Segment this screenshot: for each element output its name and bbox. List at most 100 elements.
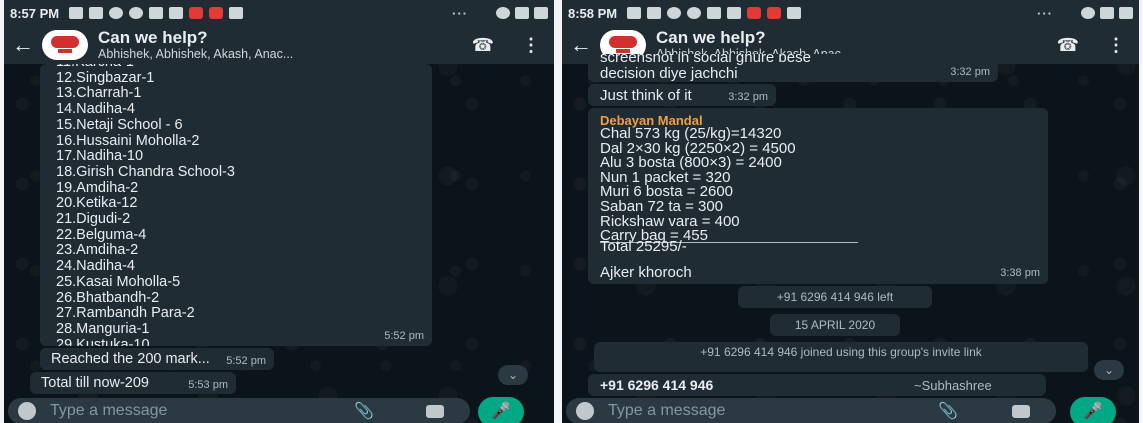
scroll-down-icon[interactable]: ⌄ <box>498 365 528 385</box>
left-screenshot: 8:57 PM ··· ← Can we help? Abhishek, Abh… <box>4 0 554 423</box>
message-text: Reached the 200 mark... <box>51 351 210 367</box>
chrome-icon <box>129 7 144 19</box>
message-time: 3:38 pm <box>1000 267 1040 279</box>
right-screenshot: 8:58 PM ··· ← Can we help? Abhishek, Abh… <box>562 0 1139 423</box>
more-options-icon[interactable]: ⋮ <box>522 35 540 56</box>
message-text: Ajker khoroch <box>600 264 692 281</box>
add-call-icon[interactable]: ☎ <box>472 35 494 56</box>
sender-name: ~Subhashree <box>914 378 992 393</box>
message-time: 3:32 pm <box>728 91 768 103</box>
list-line: 18.Girish Chandra School-3 <box>56 163 235 180</box>
mic-button[interactable]: 🎤 <box>478 397 524 423</box>
sender-phone: +91 6296 414 946 <box>600 377 714 393</box>
emoji-icon[interactable] <box>18 402 36 420</box>
camera-icon[interactable] <box>1012 405 1030 418</box>
status-bar: 8:58 PM ··· <box>562 0 1139 26</box>
total-text: Total 25295/- <box>600 238 687 255</box>
list-line: 15.Netaji School - 6 <box>56 116 183 133</box>
message-icon <box>627 7 642 19</box>
gallery-icon <box>169 7 184 19</box>
more-notifications-icon: ··· <box>1037 5 1053 21</box>
message-time: 5:52 pm <box>226 355 266 367</box>
message-bubble: screenshot in social ghure bese decision… <box>588 54 998 82</box>
message-bubble: +91 6296 414 946 ~Subhashree <box>588 374 1046 396</box>
list-line: 20.Ketika-12 <box>56 195 138 212</box>
list-line: 23.Amdiha-2 <box>56 242 139 259</box>
list-line: 22.Belguma-4 <box>56 226 147 243</box>
message-icon <box>69 7 84 19</box>
message-bubble: Total till now-209 5:53 pm <box>30 372 236 394</box>
message-bubble: Just think of it 3:32 pm <box>588 84 776 106</box>
more-notifications-icon: ··· <box>452 5 468 21</box>
youtube-icon <box>747 7 762 19</box>
list-line: 13.Charrah-1 <box>56 85 142 102</box>
add-call-icon[interactable]: ☎ <box>1057 35 1079 56</box>
attach-icon[interactable]: 📎 <box>938 401 958 421</box>
system-message: +91 6296 414 946 left <box>738 286 932 308</box>
input-bar: Type a message 📎 🎤 <box>562 396 1139 423</box>
list-line: 19.Amdiha-2 <box>56 179 139 196</box>
message-input[interactable]: Type a message 📎 <box>566 398 1056 423</box>
mic-button[interactable]: 🎤 <box>1070 397 1116 423</box>
list-line: 17.Nadiha-10 <box>56 148 144 165</box>
message-text: Just think of it <box>600 87 692 104</box>
message-input[interactable]: Type a message 📎 <box>8 398 470 423</box>
location-list-message: 11.Karcha-112.Singbazar-113.Charrah-114.… <box>40 64 432 346</box>
list-line: 24.Nadiha-4 <box>56 258 135 275</box>
chat-header: ← Can we help? Abhishek, Abhishek, Akash… <box>4 26 554 64</box>
input-placeholder: Type a message <box>608 402 726 419</box>
group-title: Can we help? <box>656 27 766 47</box>
list-line: 29.Kustuka-10 <box>56 336 150 346</box>
chat-title-block[interactable]: Can we help? Abhishek, Abhishek, Akash, … <box>98 27 472 62</box>
list-line: 25.Kasai Moholla-5 <box>56 273 181 290</box>
youtube-icon <box>209 7 224 19</box>
list-line: 26.Bhatbandh-2 <box>56 289 160 306</box>
list-line: 14.Nadiha-4 <box>56 101 135 118</box>
play-store-icon <box>229 7 244 19</box>
play-store-icon <box>787 7 802 19</box>
signal-icon <box>1100 7 1114 19</box>
bell-icon <box>149 7 164 19</box>
input-placeholder: Type a message <box>50 402 168 419</box>
message-time: 5:52 pm <box>384 330 424 342</box>
battery-icon <box>534 7 548 19</box>
group-members: Abhishek, Abhishek, Akash, Anac... <box>98 46 294 61</box>
message-time: 3:32 pm <box>950 66 990 78</box>
more-options-icon[interactable]: ⋮ <box>1107 35 1125 56</box>
list-line: 12.Singbazar-1 <box>56 69 155 86</box>
list-line: 27.Rambandh Para-2 <box>56 305 195 322</box>
date-chip: 15 APRIL 2020 <box>770 314 900 336</box>
message-text: Total till now-209 <box>41 375 149 391</box>
location-list: 11.Karcha-112.Singbazar-113.Charrah-114.… <box>56 64 235 346</box>
expense-message: Debayan Mandal Chal 573 kg (25/kg)=14320… <box>588 108 1048 284</box>
message-text: decision diye jachchi <box>600 65 738 82</box>
message-time: 5:53 pm <box>188 379 228 391</box>
emoji-icon[interactable] <box>576 402 594 420</box>
chrome-icon <box>687 7 702 19</box>
signal-icon <box>515 7 529 19</box>
youtube-icon <box>767 7 782 19</box>
expense-list: Chal 573 kg (25/kg)=14320 Dal 2×30 kg (22… <box>600 126 796 244</box>
status-bar: 8:57 PM ··· <box>4 0 554 26</box>
system-message: +91 6296 414 946 joined using this group… <box>594 342 1088 372</box>
alarm-icon <box>1081 7 1095 19</box>
attach-icon[interactable]: 📎 <box>354 401 374 421</box>
status-time: 8:57 PM <box>10 5 60 21</box>
group-avatar[interactable] <box>42 30 88 60</box>
battery-icon <box>1119 7 1133 19</box>
alarm-icon <box>496 7 510 19</box>
app-icon <box>667 7 682 19</box>
app-icon <box>109 7 124 19</box>
group-title: Can we help? <box>98 27 208 47</box>
notification-icon <box>89 7 104 19</box>
list-line: 21.Digudi-2 <box>56 211 131 228</box>
back-arrow-icon[interactable]: ← <box>12 32 36 58</box>
gallery-icon <box>727 7 742 19</box>
notification-icon <box>647 7 662 19</box>
list-line: 16.Hussaini Moholla-2 <box>56 132 200 149</box>
list-line: 28.Manguria-1 <box>56 320 150 337</box>
camera-icon[interactable] <box>426 405 444 418</box>
bell-icon <box>707 7 722 19</box>
scroll-down-icon[interactable]: ⌄ <box>1094 360 1124 380</box>
message-bubble: Reached the 200 mark... 5:52 pm <box>40 348 274 370</box>
